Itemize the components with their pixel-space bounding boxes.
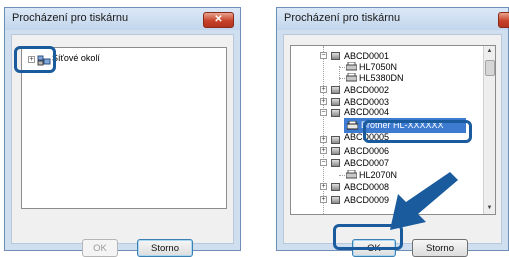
expand-server-icon[interactable]: + [320, 196, 327, 203]
callout-highlight-printer [363, 120, 472, 143]
tree-line [339, 66, 340, 86]
printer-icon [346, 73, 357, 82]
callout-highlight-network [14, 46, 56, 73]
expand-server-icon[interactable]: + [320, 86, 327, 93]
printer-icon [347, 121, 358, 130]
network-neighborhood-label[interactable]: Síťové okolí [52, 53, 100, 63]
tree-node[interactable]: ABCD0002 [344, 85, 389, 95]
tree-node[interactable]: ABCD0006 [344, 146, 389, 156]
close-button[interactable]: ✕ [203, 12, 234, 28]
tree-node[interactable]: ABCD0007 [344, 158, 389, 168]
expand-server-icon[interactable]: + [320, 147, 327, 154]
collapse-server-icon[interactable]: − [320, 52, 327, 59]
printer-icon [346, 62, 357, 71]
scroll-thumb[interactable] [485, 60, 495, 76]
expand-server-icon[interactable]: + [320, 98, 327, 105]
tree-node[interactable]: HL5380DN [359, 73, 404, 83]
server-icon [331, 86, 340, 94]
server-icon [331, 98, 340, 106]
server-icon [331, 196, 340, 204]
dialog-title: Procházení pro tiskárnu [12, 12, 129, 24]
title-bar: Procházení pro tiskárnu [277, 8, 509, 30]
title-bar: Procházení pro tiskárnu ✕ [5, 8, 240, 30]
ok-button[interactable]: OK [82, 239, 118, 257]
collapse-server-icon[interactable]: − [320, 159, 327, 166]
tree-node[interactable]: ABCD0008 [344, 182, 389, 192]
browse-printer-dialog-left: Procházení pro tiskárnu ✕ + Síťové okolí… [4, 7, 241, 257]
server-icon [331, 52, 340, 60]
scroll-up-icon[interactable]: ▲ [484, 46, 495, 57]
collapse-server-icon[interactable]: − [320, 109, 327, 116]
vertical-scrollbar[interactable]: ▲ ▼ [483, 46, 495, 214]
tree-node[interactable]: ABCD0003 [344, 97, 389, 107]
callout-arrow-icon [390, 172, 458, 230]
server-icon [331, 136, 340, 144]
expand-server-icon[interactable]: + [320, 183, 327, 190]
close-button[interactable] [498, 12, 509, 28]
expand-server-icon[interactable]: + [320, 136, 327, 143]
cancel-button[interactable]: Storno [412, 239, 468, 257]
close-icon: ✕ [214, 14, 223, 25]
tree-node[interactable]: ABCD0004 [344, 107, 389, 117]
server-icon [331, 109, 340, 117]
tree-node[interactable]: ABCD0001 [344, 51, 389, 61]
tree-node[interactable]: ABCD0009 [344, 195, 389, 205]
dialog-title: Procházení pro tiskárnu [284, 12, 401, 24]
printer-icon [346, 170, 357, 179]
cancel-button[interactable]: Storno [137, 239, 193, 257]
scroll-down-icon[interactable]: ▼ [484, 203, 495, 214]
server-icon [331, 183, 340, 191]
server-icon [331, 159, 340, 167]
tree-node[interactable]: HL7050N [359, 62, 397, 72]
server-icon [331, 147, 340, 155]
